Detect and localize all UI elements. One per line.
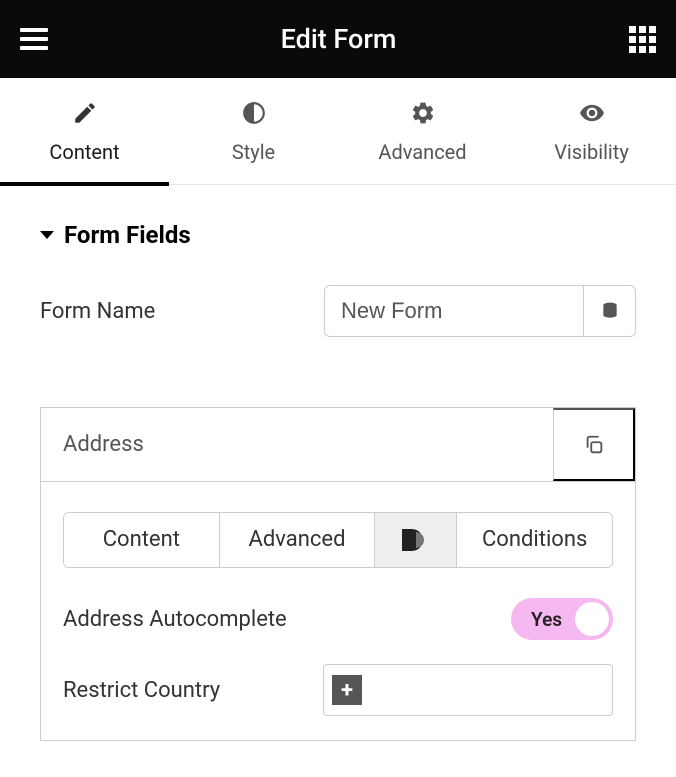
sub-tab-content[interactable]: Content [64,513,219,567]
duplicate-button[interactable] [553,408,635,481]
tab-advanced[interactable]: Advanced [338,78,507,184]
tab-label: Advanced [378,140,466,164]
restrict-country-row: Restrict Country + [63,664,613,716]
contrast-icon [241,100,267,126]
dynamic-tags-button[interactable] [584,285,636,337]
form-name-input-group [324,285,636,337]
field-card-header: Address [41,408,635,482]
add-country-button[interactable]: + [332,675,362,705]
menu-icon[interactable] [20,28,48,50]
toggle-knob [575,602,609,636]
caret-down-icon [40,231,54,239]
database-icon [600,301,620,321]
header: Edit Form [0,0,676,78]
tab-label: Content [49,140,119,164]
tab-label: Style [232,140,275,164]
field-card-body: Content Advanced Conditions Address Auto… [41,482,635,740]
field-card: Address Content Advanced Conditions Addr… [40,407,636,741]
sub-tab-advanced[interactable]: Advanced [219,513,375,567]
apps-grid-icon[interactable] [629,26,656,53]
copy-icon [583,434,605,456]
form-name-input[interactable] [324,285,584,337]
page-title: Edit Form [48,23,629,55]
restrict-country-input[interactable]: + [323,664,613,716]
tab-content[interactable]: Content [0,78,169,184]
restrict-country-label: Restrict Country [63,678,220,703]
tab-visibility[interactable]: Visibility [507,78,676,184]
toggle-label: Yes [531,608,562,631]
main-tabs: Content Style Advanced Visibility [0,78,676,185]
sub-tab-conditions[interactable]: Conditions [456,513,612,567]
autocomplete-row: Address Autocomplete Yes [63,598,613,640]
gear-icon [410,100,436,126]
content-panel: Form Fields Form Name Address Content Ad… [0,185,676,777]
autocomplete-label: Address Autocomplete [63,607,287,632]
section-header[interactable]: Form Fields [40,221,636,249]
form-name-row: Form Name [40,285,636,337]
eye-icon [579,100,605,126]
d-logo-icon [399,527,433,553]
tab-label: Visibility [554,140,629,164]
pencil-icon [72,100,98,126]
autocomplete-toggle[interactable]: Yes [511,598,613,640]
field-sub-tabs: Content Advanced Conditions [63,512,613,568]
field-title[interactable]: Address [41,408,553,481]
sub-tab-dynamic[interactable] [374,513,456,567]
tab-style[interactable]: Style [169,78,338,184]
section-title: Form Fields [64,221,191,249]
form-name-label: Form Name [40,299,155,324]
